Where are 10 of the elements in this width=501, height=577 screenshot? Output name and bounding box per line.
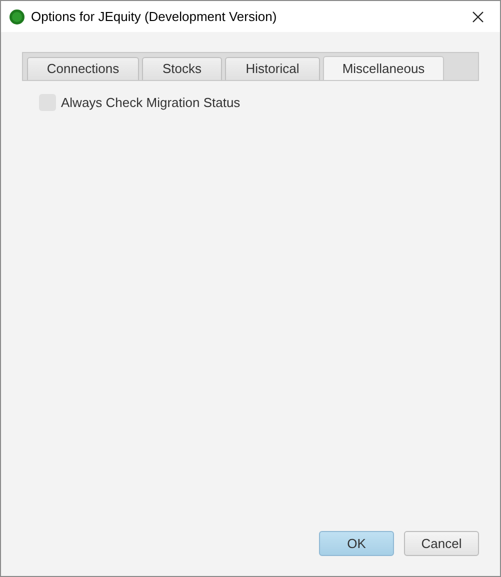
- tab[interactable]: Historical: [225, 57, 320, 80]
- dialog-button[interactable]: Cancel: [404, 531, 479, 556]
- tab[interactable]: Miscellaneous: [323, 56, 444, 80]
- window-title: Options for JEquity (Development Version): [31, 8, 277, 26]
- dialog-button[interactable]: OK: [319, 531, 394, 556]
- tab[interactable]: Connections: [27, 57, 139, 80]
- close-icon[interactable]: [472, 10, 484, 22]
- checkbox-label: Always Check Migration Status: [61, 94, 240, 112]
- app-logo-icon: [9, 8, 25, 24]
- tab[interactable]: Stocks: [142, 57, 222, 80]
